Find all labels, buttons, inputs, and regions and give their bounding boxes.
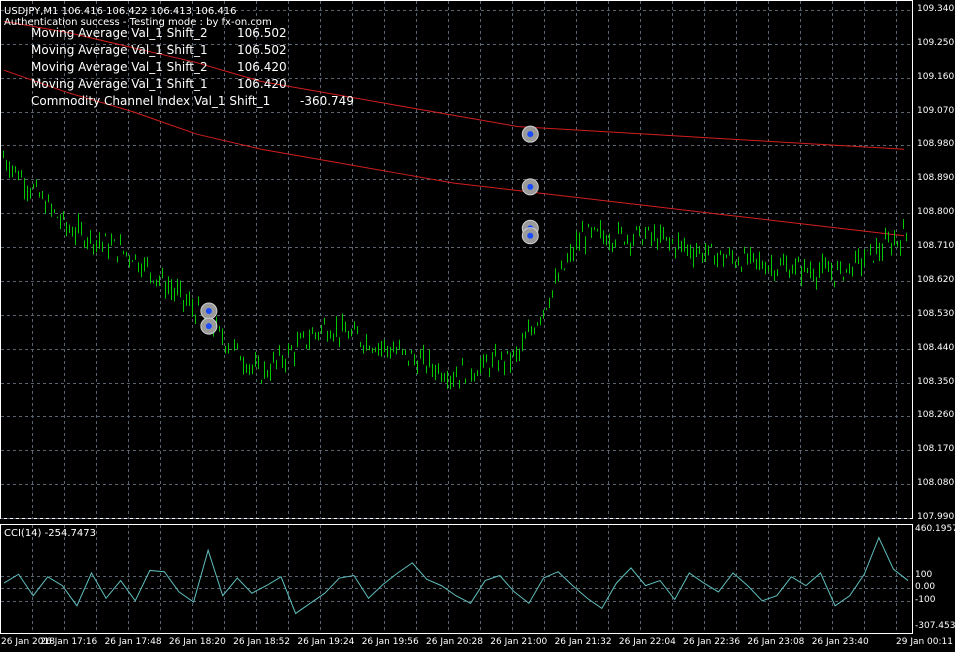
price-axis-label: 108.800 xyxy=(917,207,955,218)
price-axis-label: 108.350 xyxy=(917,376,955,387)
indicator-name: Moving Average Val_1 Shift_1 xyxy=(31,77,208,91)
price-axis-label: 108.440 xyxy=(917,342,955,353)
indicator-value: 106.502 xyxy=(237,43,287,57)
trade-marker-dot xyxy=(205,308,212,315)
cci-axis-label: -100 xyxy=(915,594,936,605)
price-axis-label: 109.250 xyxy=(917,37,955,48)
time-axis-label: 26 Jan 22:36 xyxy=(683,637,741,647)
time-axis-label: 26 Jan 22:04 xyxy=(618,637,676,647)
price-axis-label: 108.890 xyxy=(917,173,955,184)
price-axis-label: 108.170 xyxy=(917,444,955,455)
price-axis-label: 109.160 xyxy=(917,71,955,82)
trade-marker-dot xyxy=(205,323,212,330)
time-axis-label: 26 Jan 21:32 xyxy=(554,637,612,647)
indicator-row: Moving Average Val_1 Shift_1 106.502 xyxy=(31,43,287,57)
trade-markers xyxy=(200,125,539,335)
price-candles xyxy=(3,150,907,390)
indicator-row: Commodity Channel Index Val_1 Shift_1 -3… xyxy=(31,94,354,108)
price-axis-label: 107.990 xyxy=(917,512,955,522)
price-axis-label: 109.340 xyxy=(917,4,955,14)
price-axis-label: 108.530 xyxy=(917,308,955,319)
cci-frame xyxy=(0,524,913,634)
time-axis-label: 26 Jan 21:00 xyxy=(490,637,548,647)
time-axis-label: 29 Jan 00:11 xyxy=(896,637,953,647)
time-axis-label: 26 Jan 23:40 xyxy=(811,637,869,647)
trade-marker-dot xyxy=(527,131,534,138)
indicator-value: 106.502 xyxy=(237,26,287,40)
price-axis-label: 109.070 xyxy=(917,105,955,116)
symbol-header: USDJPY,M1 106.416 106.422 106.413 106.41… xyxy=(4,6,237,17)
price-axis-label: 108.260 xyxy=(917,410,955,421)
cci-label: CCI(14) -254.7473 xyxy=(4,528,96,539)
indicator-value: 106.420 xyxy=(237,77,287,91)
price-axis-label: 108.710 xyxy=(917,241,955,252)
cci-line xyxy=(3,536,909,615)
indicator-name: Commodity Channel Index Val_1 Shift_1 xyxy=(31,94,271,108)
time-axis-label: 26 Jan 23:08 xyxy=(747,637,805,647)
trade-marker-dot xyxy=(527,183,534,190)
price-axis-label: 108.080 xyxy=(917,478,955,489)
time-axis-label: 26 Jan 19:56 xyxy=(361,637,419,647)
indicator-value: 106.420 xyxy=(237,60,287,74)
time-axis-label: 26 Jan 18:52 xyxy=(233,637,291,647)
indicator-name: Moving Average Val_1 Shift_2 xyxy=(31,60,208,74)
time-axis-label: 26 Jan 18:20 xyxy=(168,637,226,647)
indicator-row: Moving Average Val_1 Shift_2 106.420 xyxy=(31,60,287,74)
price-axis-label: 108.620 xyxy=(917,274,955,285)
indicator-row: Moving Average Val_1 Shift_2 106.502 xyxy=(31,26,287,40)
indicator-name: Moving Average Val_1 Shift_2 xyxy=(31,26,208,40)
indicator-name: Moving Average Val_1 Shift_1 xyxy=(31,43,208,57)
trade-marker-dot xyxy=(527,232,534,239)
cci-axis-label: 0.00 xyxy=(915,582,936,593)
time-axis-label: 26 Jan 17:16 xyxy=(40,637,98,647)
cci-series-line xyxy=(3,536,909,615)
cci-axis-label: 100 xyxy=(915,569,933,580)
time-axis-label: 26 Jan 17:48 xyxy=(104,637,162,647)
indicator-value: -360.749 xyxy=(300,94,354,108)
price-axis-label: 108.980 xyxy=(917,139,955,150)
cci-axis-label: 460.1957 xyxy=(915,524,955,534)
time-axis-label: 26 Jan 20:28 xyxy=(426,637,483,647)
time-axis-label: 26 Jan 19:24 xyxy=(297,637,355,647)
cci-axis-label: -307.4539 xyxy=(915,621,955,631)
indicator-row: Moving Average Val_1 Shift_1 106.420 xyxy=(31,77,287,91)
